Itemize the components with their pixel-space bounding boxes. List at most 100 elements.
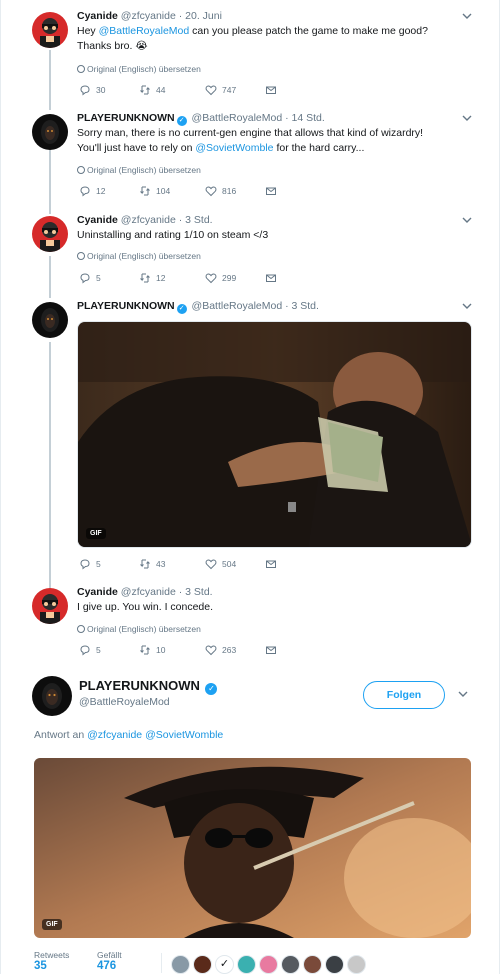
avatar[interactable] xyxy=(32,676,72,716)
timestamp[interactable]: · 20. Juni xyxy=(179,10,222,22)
tweet[interactable]: Cyanide @zfcyanide · 3 Std. Uninstalling… xyxy=(1,214,500,294)
tweet-header: Cyanide @zfcyanide · 3 Std. xyxy=(77,214,213,226)
tweet-header: PLAYERUNKNOWN ✓ @BattleRoyaleMod · 3 Std. xyxy=(77,300,319,314)
retweet-button[interactable]: 12 xyxy=(139,272,165,284)
timestamp[interactable]: · 3 Std. xyxy=(179,214,213,226)
tweet[interactable]: PLAYERUNKNOWN ✓ @BattleRoyaleMod · 14 Std… xyxy=(1,112,500,212)
avatar[interactable] xyxy=(32,12,68,48)
retweet-button[interactable]: 10 xyxy=(139,644,165,656)
tweet[interactable]: PLAYERUNKNOWN ✓ @BattleRoyaleMod · 3 Std.… xyxy=(1,300,500,580)
username[interactable]: @BattleRoyaleMod xyxy=(79,696,170,708)
retweet-button[interactable]: 43 xyxy=(139,558,165,570)
tweet[interactable]: Cyanide @zfcyanide · 20. Juni Hey @Battl… xyxy=(1,10,500,106)
message-button[interactable] xyxy=(265,558,277,570)
liker-avatar[interactable] xyxy=(259,955,278,974)
message-button[interactable] xyxy=(265,84,277,96)
tweet-header: PLAYERUNKNOWN ✓ @BattleRoyaleMod · 14 Std… xyxy=(77,112,325,126)
display-name[interactable]: Cyanide xyxy=(77,214,118,226)
text-segment: for the hard carry... xyxy=(273,142,365,154)
tweet[interactable]: Cyanide @zfcyanide · 3 Std. I give up. Y… xyxy=(1,586,500,660)
reply-button[interactable]: 5 xyxy=(79,644,101,656)
replying-to: Antwort an @zfcyanide @SovietWomble xyxy=(34,729,223,741)
message-button[interactable] xyxy=(265,644,277,656)
likes-label: Gefällt xyxy=(97,950,122,960)
avatar[interactable] xyxy=(32,302,68,338)
avatar[interactable] xyxy=(32,216,68,252)
translate-label: Original (Englisch) übersetzen xyxy=(87,165,201,175)
retweet-button[interactable]: 44 xyxy=(139,84,165,96)
chevron-down-icon[interactable] xyxy=(457,688,469,700)
globe-icon xyxy=(77,625,85,633)
retweets-count: 35 xyxy=(34,960,47,972)
retweet-button[interactable]: 104 xyxy=(139,185,170,197)
verified-badge-icon: ✓ xyxy=(205,683,218,695)
username[interactable]: @zfcyanide xyxy=(121,10,176,22)
message-button[interactable] xyxy=(265,185,277,197)
display-name[interactable]: PLAYERUNKNOWN ✓ xyxy=(79,678,219,695)
mention-link[interactable]: @BattleRoyaleMod xyxy=(99,25,190,37)
message-button[interactable] xyxy=(265,272,277,284)
likes-stat[interactable]: Gefällt 476 xyxy=(97,950,122,972)
username[interactable]: @BattleRoyaleMod xyxy=(192,300,283,312)
translate-link[interactable]: Original (Englisch) übersetzen xyxy=(77,64,201,74)
timestamp[interactable]: · 3 Std. xyxy=(285,300,319,312)
liker-avatar[interactable] xyxy=(171,955,190,974)
like-button[interactable]: 747 xyxy=(205,84,236,96)
display-name[interactable]: PLAYERUNKNOWN xyxy=(77,112,175,124)
translate-link[interactable]: Original (Englisch) übersetzen xyxy=(77,251,201,261)
follow-button[interactable]: Folgen xyxy=(363,681,445,709)
retweet-icon xyxy=(140,559,150,569)
reply-count: 5 xyxy=(96,645,101,655)
liker-avatar[interactable] xyxy=(347,955,366,974)
liker-avatar[interactable] xyxy=(193,955,212,974)
liker-avatar[interactable] xyxy=(237,955,256,974)
reply-button[interactable]: 5 xyxy=(79,558,101,570)
username[interactable]: @zfcyanide xyxy=(121,214,176,226)
globe-icon xyxy=(77,252,85,260)
chevron-down-icon[interactable] xyxy=(461,112,473,124)
reply-prefix: Antwort an xyxy=(34,729,88,741)
liker-avatars: ✓ xyxy=(171,955,366,974)
liker-avatar[interactable] xyxy=(325,955,344,974)
like-button[interactable]: 299 xyxy=(205,272,236,284)
conversation-thread: Cyanide @zfcyanide · 20. Juni Hey @Battl… xyxy=(0,0,500,974)
display-name[interactable]: PLAYERUNKNOWN xyxy=(77,300,175,312)
liker-avatar[interactable] xyxy=(303,955,322,974)
gif-media[interactable]: GIF xyxy=(77,321,472,548)
timestamp[interactable]: · 14 Std. xyxy=(285,112,325,124)
gif-media[interactable]: GIF xyxy=(34,758,471,938)
like-button[interactable]: 263 xyxy=(205,644,236,656)
avatar[interactable] xyxy=(32,588,68,624)
username[interactable]: @BattleRoyaleMod xyxy=(192,112,283,124)
translate-link[interactable]: Original (Englisch) übersetzen xyxy=(77,624,201,634)
chevron-down-icon[interactable] xyxy=(461,300,473,312)
mention-link[interactable]: @SovietWomble xyxy=(145,729,223,741)
verified-badge-icon: ✓ xyxy=(176,304,187,314)
avatar[interactable] xyxy=(32,114,68,150)
reply-count: 30 xyxy=(96,85,106,95)
liker-avatar[interactable]: ✓ xyxy=(215,955,234,974)
retweets-stat[interactable]: Retweets 35 xyxy=(34,950,69,972)
like-button[interactable]: 816 xyxy=(205,185,236,197)
translate-link[interactable]: Original (Englisch) übersetzen xyxy=(77,165,201,175)
reply-button[interactable]: 5 xyxy=(79,272,101,284)
liker-avatar[interactable] xyxy=(281,955,300,974)
chevron-down-icon[interactable] xyxy=(461,214,473,226)
like-button[interactable]: 504 xyxy=(205,558,236,570)
gif-image xyxy=(78,322,471,547)
display-name[interactable]: Cyanide xyxy=(77,586,118,598)
reply-button[interactable]: 12 xyxy=(79,185,105,197)
display-name[interactable]: Cyanide xyxy=(77,10,118,22)
chevron-down-icon[interactable] xyxy=(461,10,473,22)
reply-button[interactable]: 30 xyxy=(79,84,105,96)
envelope-icon xyxy=(266,646,276,654)
translate-label: Original (Englisch) übersetzen xyxy=(87,624,201,634)
likes-count: 476 xyxy=(97,960,117,972)
mention-link[interactable]: @SovietWomble xyxy=(195,142,273,154)
mention-link[interactable]: @zfcyanide xyxy=(87,729,142,741)
envelope-icon xyxy=(266,274,276,282)
timestamp[interactable]: · 3 Std. xyxy=(179,586,213,598)
retweet-count: 10 xyxy=(156,645,166,655)
username[interactable]: @zfcyanide xyxy=(121,586,176,598)
retweet-icon xyxy=(140,645,150,655)
